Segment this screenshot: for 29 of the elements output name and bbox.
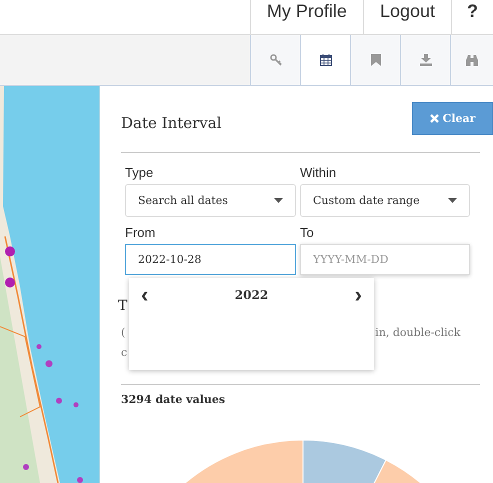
- count-text: 3294 date values: [121, 393, 226, 406]
- binoculars-icon: [466, 54, 478, 66]
- calendar-icon: [320, 54, 332, 66]
- key-icon: [270, 54, 282, 66]
- field-label: Within: [300, 165, 338, 180]
- panel-title: Date Interval: [121, 114, 222, 132]
- toolbar-tab[interactable]: [301, 35, 351, 85]
- caret-icon: [448, 198, 457, 203]
- next-button[interactable]: ›: [352, 284, 364, 306]
- date-field[interactable]: YYYY-MM-DD: [300, 244, 470, 275]
- note-text: (: [121, 326, 126, 339]
- field-label: To: [300, 225, 315, 240]
- note-text: in, double-click: [375, 326, 460, 339]
- nav-link[interactable]: My Profile: [250, 0, 363, 34]
- note-text: c: [121, 346, 128, 359]
- dropdown[interactable]: Custom date range: [300, 184, 470, 217]
- download-icon: [420, 54, 432, 66]
- field-label: From: [125, 225, 156, 240]
- dropdown[interactable]: Search all dates: [125, 184, 296, 217]
- close-icon: [430, 114, 439, 123]
- caret-icon: [274, 198, 283, 203]
- year-label: 2022: [234, 288, 268, 302]
- date-field[interactable]: 2022-10-28: [125, 244, 296, 275]
- field-label: Type: [125, 165, 154, 180]
- previous-button[interactable]: ‹: [139, 284, 150, 306]
- nav-link[interactable]: ?: [451, 0, 493, 34]
- bookmark-icon: [370, 54, 380, 66]
- section-heading: T: [118, 298, 128, 314]
- nav-link[interactable]: Logout: [362, 0, 451, 34]
